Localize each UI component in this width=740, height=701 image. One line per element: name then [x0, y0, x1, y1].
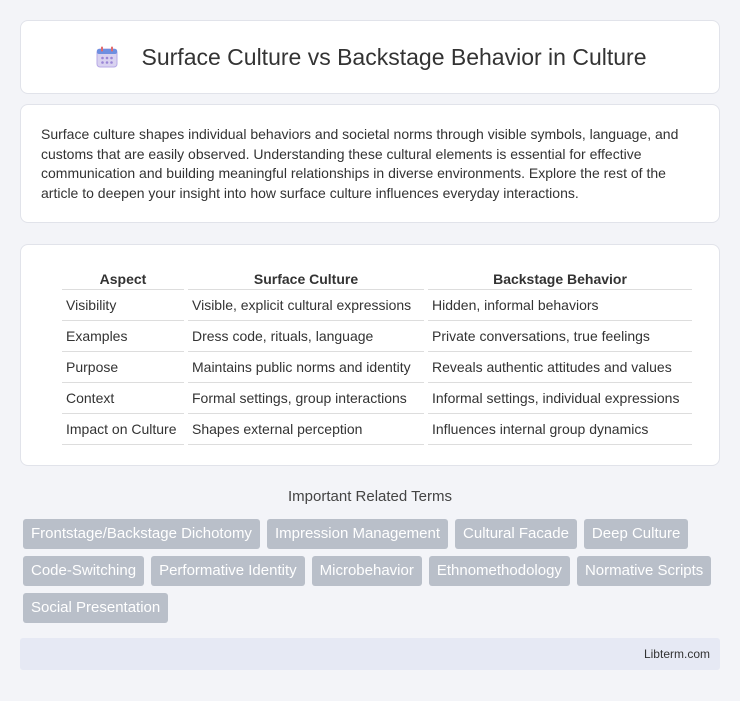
title-card: Surface Culture vs Backstage Behavior in…	[20, 20, 720, 94]
table-cell: Formal settings, group interactions	[188, 383, 424, 414]
column-header-backstage-behavior: Backstage Behavior	[428, 266, 692, 290]
term-tag[interactable]: Microbehavior	[311, 556, 422, 586]
term-tag[interactable]: Deep Culture	[583, 519, 689, 549]
column-header-surface-culture: Surface Culture	[188, 266, 424, 290]
table-cell: Context	[62, 383, 184, 414]
table-cell: Informal settings, individual expression…	[428, 383, 692, 414]
calendar-icon	[94, 44, 120, 70]
term-tag[interactable]: Social Presentation	[23, 593, 169, 623]
term-tag[interactable]: Impression Management	[266, 519, 449, 549]
term-tag[interactable]: Ethnomethodology	[428, 556, 570, 586]
column-header-aspect: Aspect	[62, 266, 184, 290]
footer: Libterm.com	[20, 638, 720, 670]
intro-paragraph: Surface culture shapes individual behavi…	[41, 126, 679, 201]
table-row: Visibility Visible, explicit cultural ex…	[62, 290, 692, 321]
table-header-row: Aspect Surface Culture Backstage Behavio…	[62, 266, 692, 290]
table-row: Impact on Culture Shapes external percep…	[62, 414, 692, 445]
term-tag[interactable]: Frontstage/Backstage Dichotomy	[23, 519, 260, 549]
table-cell: Private conversations, true feelings	[428, 321, 692, 352]
table-cell: Hidden, informal behaviors	[428, 290, 692, 321]
comparison-table-card: Aspect Surface Culture Backstage Behavio…	[20, 244, 720, 466]
table-cell: Shapes external perception	[188, 414, 424, 445]
related-terms-heading: Important Related Terms	[288, 488, 452, 505]
related-terms-list: Frontstage/Backstage Dichotomy Impressio…	[23, 519, 723, 630]
table-cell: Visibility	[62, 290, 184, 321]
table-cell: Impact on Culture	[62, 414, 184, 445]
table-row: Context Formal settings, group interacti…	[62, 383, 692, 414]
table-cell: Reveals authentic attitudes and values	[428, 352, 692, 383]
table-cell: Visible, explicit cultural expressions	[188, 290, 424, 321]
table-row: Examples Dress code, rituals, language P…	[62, 321, 692, 352]
table-cell: Examples	[62, 321, 184, 352]
table-row: Purpose Maintains public norms and ident…	[62, 352, 692, 383]
footer-site-link[interactable]: Libterm.com	[644, 647, 710, 661]
intro-card: Surface culture shapes individual behavi…	[20, 104, 720, 223]
term-tag[interactable]: Performative Identity	[151, 556, 305, 586]
page-title: Surface Culture vs Backstage Behavior in…	[141, 43, 647, 70]
table-cell: Maintains public norms and identity	[188, 352, 424, 383]
term-tag[interactable]: Code-Switching	[23, 556, 145, 586]
term-tag[interactable]: Cultural Facade	[455, 519, 577, 549]
term-tag[interactable]: Normative Scripts	[576, 556, 712, 586]
table-cell: Influences internal group dynamics	[428, 414, 692, 445]
table-cell: Purpose	[62, 352, 184, 383]
table-cell: Dress code, rituals, language	[188, 321, 424, 352]
comparison-table: Aspect Surface Culture Backstage Behavio…	[58, 266, 696, 445]
